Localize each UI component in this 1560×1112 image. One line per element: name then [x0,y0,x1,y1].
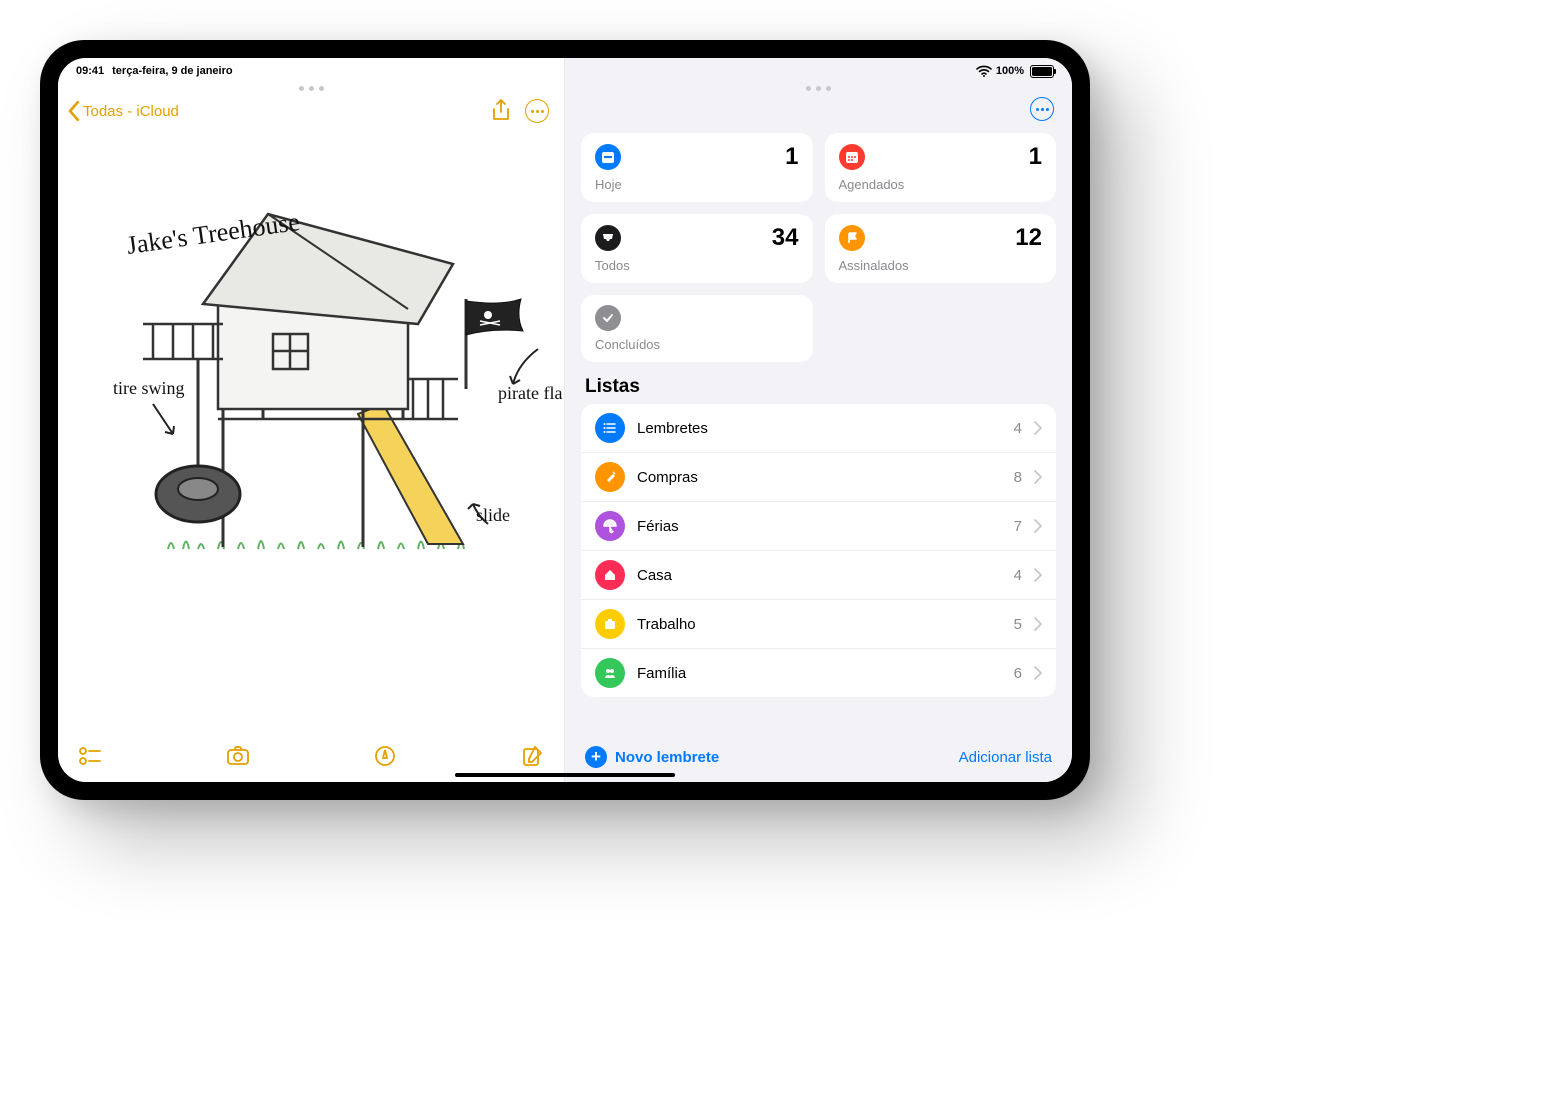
markup-button[interactable] [373,744,397,768]
list-item[interactable]: Casa 4 [581,551,1056,600]
multitask-dots-right[interactable] [565,82,1072,93]
more-button[interactable] [525,99,549,123]
checklist-button[interactable] [78,744,102,768]
svg-text:tire swing: tire swing [113,378,185,398]
plus-circle-icon: + [585,746,607,768]
list-item[interactable]: Família 6 [581,649,1056,697]
card-today[interactable]: 1 Hoje [581,133,813,202]
reminders-more-button[interactable] [1030,97,1054,121]
chevron-right-icon [1034,666,1042,680]
lists-section-title: Listas [565,362,1072,404]
home-indicator[interactable] [455,773,675,777]
card-flagged[interactable]: 12 Assinalados [825,214,1057,283]
people-icon [595,658,625,688]
status-bar-left: 09:41 terça-feira, 9 de janeiro [58,58,565,82]
umbrella-icon [595,511,625,541]
list-count: 8 [1014,469,1022,486]
calendar-today-icon [595,144,621,170]
list-name: Família [637,665,1002,682]
list-name: Trabalho [637,616,1002,633]
back-label: Todas - iCloud [83,103,179,120]
list-count: 4 [1014,567,1022,584]
chevron-right-icon [1034,470,1042,484]
share-button[interactable] [491,99,511,123]
card-completed-label: Concluídos [595,337,799,352]
new-reminder-button[interactable]: + Novo lembrete [585,746,719,768]
list-item[interactable]: Férias 7 [581,502,1056,551]
chevron-right-icon [1034,617,1042,631]
notes-app: 09:41 terça-feira, 9 de janeiro Todas - … [58,58,565,782]
add-list-button[interactable]: Adicionar lista [959,749,1052,766]
note-canvas[interactable]: Jake's Treehouse tire swing pirate flag … [58,129,565,734]
card-flagged-label: Assinalados [839,258,1043,273]
ellipsis-icon [525,99,549,123]
list-icon [595,413,625,443]
list-name: Lembretes [637,420,1002,437]
status-date: terça-feira, 9 de janeiro [112,65,232,77]
chevron-right-icon [1034,568,1042,582]
list-item[interactable]: Trabalho 5 [581,600,1056,649]
treehouse-sketch: Jake's Treehouse tire swing pirate flag … [58,129,563,589]
card-scheduled-label: Agendados [839,177,1043,192]
chevron-right-icon [1034,421,1042,435]
briefcase-icon [595,609,625,639]
card-completed[interactable]: Concluídos [581,295,813,362]
chevron-right-icon [1034,519,1042,533]
battery-percent: 100% [996,65,1024,77]
card-flagged-count: 12 [1015,224,1042,252]
card-all[interactable]: 34 Todos [581,214,813,283]
ipad-frame: 09:41 terça-feira, 9 de janeiro Todas - … [40,40,1090,800]
list-count: 7 [1014,518,1022,535]
card-all-count: 34 [772,224,799,252]
flag-icon [839,225,865,251]
svg-text:pirate flag: pirate flag [498,383,563,403]
compose-button[interactable] [521,744,545,768]
wifi-icon [976,65,992,77]
list-name: Casa [637,567,1002,584]
list-item[interactable]: Lembretes 4 [581,404,1056,453]
smart-lists: 1 Hoje 1 Agendados [565,127,1072,362]
add-list-label: Adicionar lista [959,749,1052,766]
reminders-app: 100% 1 [565,58,1072,782]
ellipsis-icon [1030,97,1054,121]
list-name: Férias [637,518,1002,535]
ipad-screen: 09:41 terça-feira, 9 de janeiro Todas - … [58,58,1072,782]
chevron-left-icon [68,101,81,121]
battery-icon [1030,65,1054,78]
share-icon [491,99,511,123]
notes-header: Todas - iCloud [58,93,565,129]
svg-text:slide: slide [476,505,510,525]
card-today-count: 1 [785,143,798,171]
camera-button[interactable] [226,744,250,768]
multitask-dots-left[interactable] [58,82,565,93]
list-count: 5 [1014,616,1022,633]
list-item[interactable]: Compras 8 [581,453,1056,502]
compose-icon [521,744,545,768]
carrot-icon [595,462,625,492]
markup-icon [373,744,397,768]
house-icon [595,560,625,590]
list-count: 4 [1014,420,1022,437]
checkmark-icon [595,305,621,331]
status-bar-right: 100% [565,58,1072,82]
camera-icon [226,744,250,768]
user-lists: Lembretes 4 Compras 8 Férias 7 [581,404,1056,697]
card-scheduled-count: 1 [1029,143,1042,171]
card-today-label: Hoje [595,177,799,192]
card-scheduled[interactable]: 1 Agendados [825,133,1057,202]
list-name: Compras [637,469,1002,486]
inbox-icon [595,225,621,251]
back-button[interactable]: Todas - iCloud [68,101,179,121]
status-time: 09:41 [76,65,104,77]
new-reminder-label: Novo lembrete [615,749,719,766]
calendar-icon [839,144,865,170]
card-all-label: Todos [595,258,799,273]
list-count: 6 [1014,665,1022,682]
checklist-icon [78,744,102,768]
